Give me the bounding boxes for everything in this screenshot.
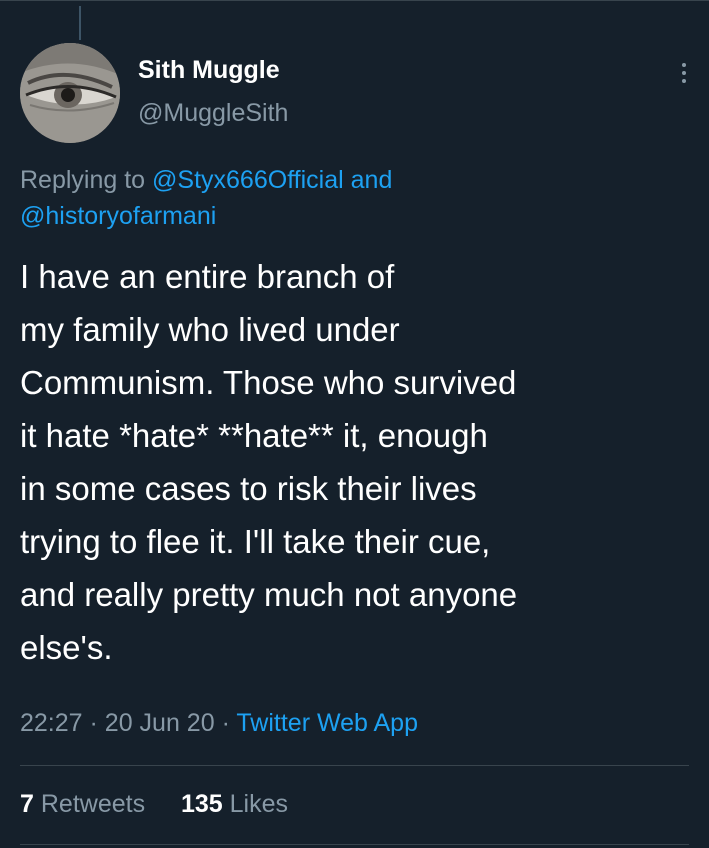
likes-stat[interactable]: 135 Likes — [181, 790, 288, 818]
retweets-label: Retweets — [40, 790, 146, 818]
retweets-stat[interactable]: 7 Retweets — [20, 790, 152, 818]
reply-prefix: Replying to — [20, 166, 146, 194]
top-divider — [0, 0, 709, 1]
mention-link[interactable]: @historyofarmani — [20, 202, 216, 230]
more-dot — [682, 79, 686, 83]
tweet-text: I have an entire branch of my family who… — [20, 250, 695, 674]
tweet-source-link[interactable]: Twitter Web App — [236, 709, 418, 737]
tweet-text-line: it hate *hate* **hate** it, enough — [20, 417, 488, 454]
tweet-text-line: trying to flee it. I'll take their cue, — [20, 523, 491, 560]
tweet-metadata: 22:27 · 20 Jun 20 · Twitter Web App — [20, 705, 418, 741]
meta-separator: · — [221, 709, 230, 737]
tweet-text-line: I have an entire branch of — [20, 258, 395, 295]
tweet-text-line: and really pretty much not anyone — [20, 576, 518, 613]
likes-count: 135 — [180, 790, 223, 818]
meta-separator: · — [89, 709, 98, 737]
author-handle[interactable]: @MuggleSith — [138, 98, 288, 128]
more-dot — [682, 71, 686, 75]
stats-divider-bottom — [20, 844, 689, 845]
tweet-text-line: else's. — [20, 629, 113, 666]
author-name[interactable]: Sith Muggle — [138, 55, 280, 85]
tweet-text-line: my family who lived under — [20, 311, 400, 348]
reply-conjunction[interactable]: and — [351, 166, 393, 194]
engagement-stats: 7 Retweets 135 Likes — [20, 786, 288, 822]
reply-context: Replying to @Styx666Official and @histor… — [20, 162, 680, 234]
more-dot — [682, 63, 686, 67]
tweet-text-line: Communism. Those who survived — [20, 364, 517, 401]
more-vertical-icon[interactable] — [672, 60, 696, 90]
tweet-text-line: in some cases to risk their lives — [20, 470, 477, 507]
mention-link[interactable]: @Styx666Official — [152, 166, 344, 194]
likes-label: Likes — [229, 790, 289, 818]
retweets-count: 7 — [20, 790, 34, 818]
stats-divider-top — [20, 765, 689, 766]
avatar-eye-image — [20, 43, 120, 143]
thread-connector-line — [79, 6, 81, 40]
tweet-date[interactable]: 20 Jun 20 — [105, 709, 215, 737]
avatar[interactable] — [20, 43, 120, 143]
tweet-time[interactable]: 22:27 — [20, 709, 83, 737]
